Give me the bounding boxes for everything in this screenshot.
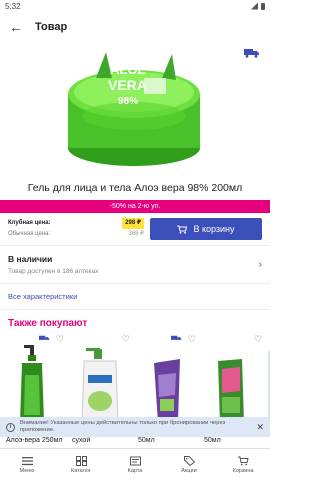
price-row: Клубная цена: Обычная цена: 298 ₽ 368 ₽ … [0,213,270,246]
page-title: Товар [35,21,68,33]
info-icon: i [6,422,15,432]
battery-icon [261,2,265,10]
nav-label: Карта [127,467,143,474]
image-label-vera: VERA [108,77,147,93]
notice-text: Внимание! Указанные цены действительны т… [20,420,226,433]
product-image: ALOE VERA 98% [68,52,200,166]
club-price: 298 ₽ [122,218,144,229]
product-thumbnail [218,359,244,423]
favorite-heart-icon[interactable]: ♡ [56,335,64,344]
chevron-right-icon: › [258,259,262,270]
nav-label: Меню [19,467,35,474]
promotions-tag-icon [183,455,195,466]
product-card[interactable]: ♡ [70,335,136,425]
delivery-truck-icon[interactable] [244,48,260,58]
status-time: 5:32 [5,1,21,11]
cart-icon [237,456,249,465]
top-app-bar: ← Товар [0,12,270,42]
nav-item-map[interactable]: Карта [108,449,162,480]
favorite-heart-icon[interactable]: ♡ [122,335,130,344]
product-card[interactable]: ♡ [4,335,70,425]
catalog-grid-icon [75,455,87,466]
product-thumbnail [20,345,44,423]
availability-row[interactable]: В наличии Товар доступен в 186 аптеках › [0,246,270,284]
favorite-heart-icon[interactable]: ♡ [254,335,262,344]
back-arrow-icon[interactable]: ← [9,20,23,34]
product-image-area: ALOE VERA 98% [0,42,270,172]
club-price-label: Клубная цена: [8,220,51,226]
nav-label: Каталог [71,467,91,474]
cart-icon [177,225,188,234]
product-card-name: сухой [72,437,91,444]
nav-item-catalog[interactable]: Каталог [54,449,108,480]
map-icon [129,456,141,465]
product-card[interactable]: ♡ [136,335,202,425]
status-bar: 5:32 [0,0,270,12]
regular-price-label: Обычная цена: [8,231,51,237]
favorite-heart-icon[interactable]: ♡ [188,335,196,344]
availability-title: В наличии [8,254,53,264]
nav-item-cart[interactable]: Корзина [216,449,270,480]
delivery-truck-icon [39,335,50,340]
nav-label: Корзина [232,467,254,474]
add-to-cart-button[interactable]: В корзину [150,218,262,240]
nav-item-promotions[interactable]: Акции [162,449,216,480]
promo-banner: -50% на 2-ю уп. [0,200,270,213]
side-banner-strip [268,351,270,421]
product-thumbnail [81,348,119,424]
also-buy-carousel: ♡ ♡ ♡ ♡ [0,335,270,425]
availability-subtitle: Товар доступен в 186 аптеках [8,268,99,275]
close-icon[interactable]: ✕ [256,422,264,431]
product-card-name: Алоэ-вера 250мл [6,437,63,444]
product-thumbnail [154,359,180,423]
product-card[interactable]: ♡ [202,335,268,425]
product-card-name: 50мл [204,437,221,444]
bottom-navigation: Меню Каталог Карта Акции Корзина [0,448,270,480]
delivery-truck-icon [171,335,182,340]
add-to-cart-label: В корзину [193,224,235,234]
regular-price: 368 ₽ [128,231,145,237]
nav-label: Акции [181,467,197,474]
all-specs-link[interactable]: Все характеристики [0,284,270,310]
image-label-aloe: ALOE [110,62,146,77]
also-buy-title: Также покупают [8,318,88,329]
menu-icon [21,456,33,465]
nav-item-menu[interactable]: Меню [0,449,54,480]
price-notice: i Внимание! Указанные цены действительны… [0,417,270,437]
image-label-percent: 98% [118,96,138,107]
product-title: Гель для лица и тела Алоэ вера 98% 200мл [27,182,243,194]
product-names-row: Алоэ-вера 250мл сухой 50мл 50мл [0,437,270,448]
product-card-name: 50мл [138,437,155,444]
signal-icon [251,2,258,10]
